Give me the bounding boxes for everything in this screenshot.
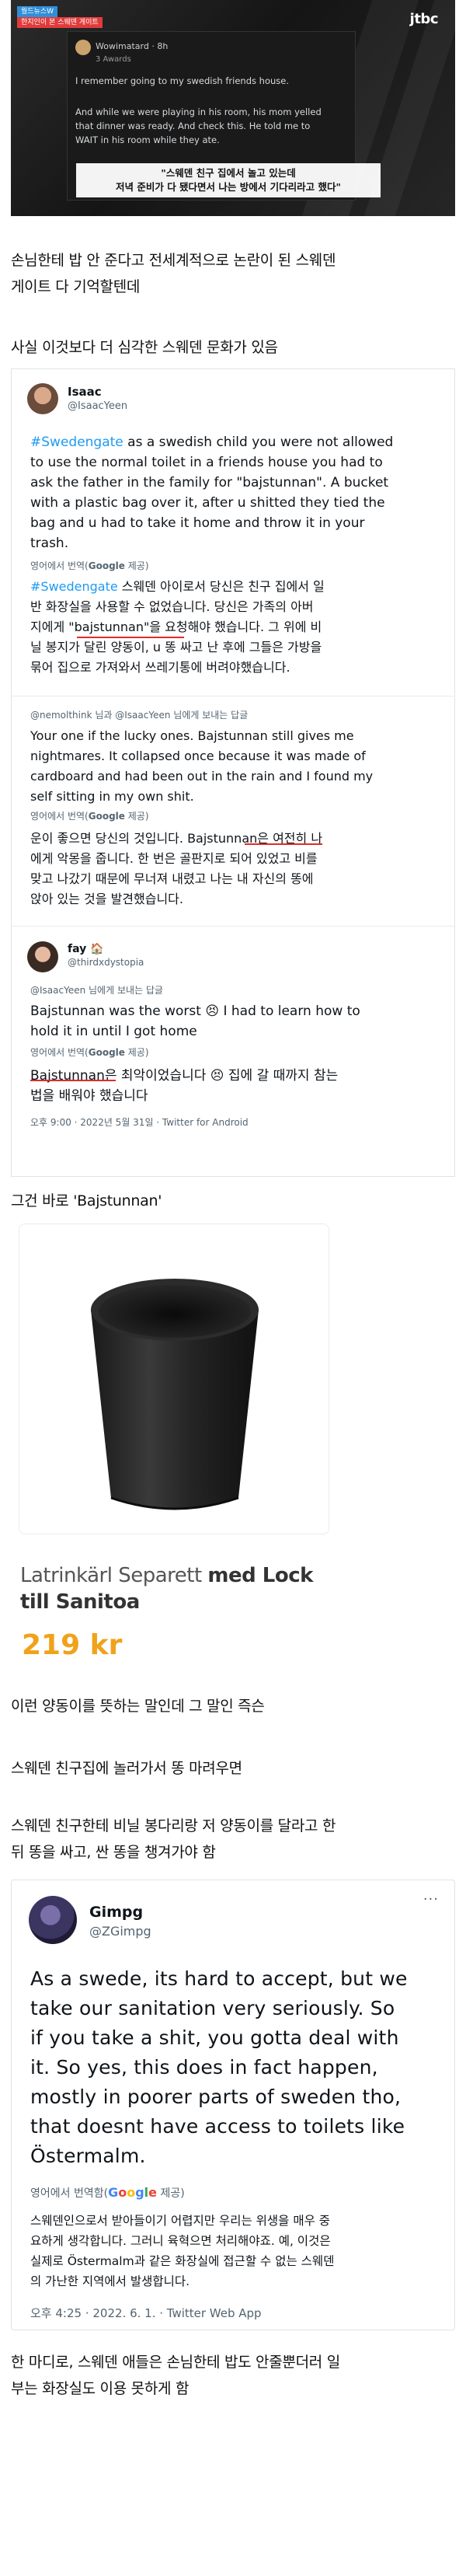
translated-line: 묶어 집으로 가져와서 쓰레기통에 버려야했습니다.	[30, 660, 290, 675]
translated-line: 앉아 있는 것을 발견했습니다.	[30, 892, 183, 906]
translation-label[interactable]: 영어에서 번역(Google 제공)	[30, 809, 149, 822]
tweet-text-line: #Swedengate as a swedish child you were …	[30, 435, 394, 450]
red-underline	[245, 843, 322, 845]
explain-line: 뒤 똥을 싸고, 싼 똥을 챙겨가야 함	[11, 1844, 216, 1861]
post-line: that dinner was ready. And check this. H…	[75, 120, 311, 131]
post-username: Wowimatard · 8h	[96, 41, 169, 51]
translated-line: 닐 봉지가 달린 양동이, u 똥 싸고 난 후에 그들은 가방을	[30, 640, 322, 654]
tweet-meta[interactable]: 오후 4:25 · 2022. 6. 1. · Twitter Web App	[30, 2305, 262, 2321]
program-badge: 월드뉴스W	[17, 6, 58, 17]
avatar	[27, 383, 58, 414]
tweet-thread-screenshot: Isaac @IsaacYeen #Swedengate as a swedis…	[11, 368, 455, 1177]
product-price: 219 kr	[22, 1629, 123, 1661]
tweet-text-line: Östermalm.	[30, 2145, 146, 2167]
tweet-text-line: nightmares. It collapsed once because it…	[30, 749, 366, 763]
tweet-text-line: As a swede, its hard to accept, but we	[30, 1967, 408, 1990]
tweet-text-line: bag and u had to take it home and throw …	[30, 515, 365, 531]
tweet-text-line: that doesnt have access to toilets like	[30, 2115, 405, 2138]
outro-line: 부는 화장실도 이용 못하게 함	[11, 2380, 190, 2397]
translated-line: 의 가난한 지역에서 발생합니다.	[30, 2274, 190, 2288]
translation-label[interactable]: 영어에서 번역함(Google 제공)	[30, 2185, 185, 2201]
author-name: Isaac	[68, 385, 102, 399]
tweet-text-line: to use the normal toilet in a friends ho…	[30, 455, 383, 470]
post-line: WAIT in his room while they ate.	[75, 134, 220, 145]
post-awards: 3 Awards	[96, 55, 131, 64]
intro-line: 게이트 다 기억할텐데	[11, 278, 141, 295]
author-handle[interactable]: @ZGimpg	[89, 1924, 151, 1939]
intro-line: 사실 이것보다 더 심각한 스웨덴 문화가 있음	[11, 339, 278, 356]
explain-line: 스웨덴 친구집에 놀러가서 똥 마려우면	[11, 1760, 242, 1777]
translated-line: 반 화장실을 사용할 수 없었습니다. 당신은 가족의 아버	[30, 599, 314, 614]
intro-line: 손님한테 밥 안 준다고 전세계적으로 논란이 된 스웨덴	[11, 252, 336, 269]
tweet-text-line: self sitting in my own shit.	[30, 789, 194, 804]
tweet-text-line: with a plastic bag over it, after u shit…	[30, 495, 385, 511]
translation-label[interactable]: 영어에서 번역(Google 제공)	[30, 559, 149, 572]
product-title: till Sanitoa	[20, 1590, 140, 1614]
red-underline	[77, 637, 184, 638]
translated-line: 요하게 생각합니다. 그러니 육혁으면 처리해야죠. 예, 이것은	[30, 2234, 331, 2248]
translated-line: 지에게 "bajstunnan"을 요청해야 했습니다. 그 위에 비	[30, 620, 322, 634]
translated-line: 법을 배워야 했습니다	[30, 1088, 148, 1104]
tweet-text-line: mostly in poorer parts of sweden tho,	[30, 2086, 402, 2108]
tweet-card: Gimpg @ZGimpg ··· As a swede, its hard t…	[11, 1880, 455, 2330]
avatar	[27, 941, 58, 972]
product-image: Latrinkärl Separett med Lock till Sanito…	[11, 1223, 331, 1676]
product-title: Latrinkärl Separett med Lock	[20, 1564, 313, 1587]
tweet-text-line: Your one if the lucky ones. Bajstunnan s…	[30, 728, 354, 743]
red-underline	[30, 1080, 116, 1081]
segment-badge: 한지인이 본 스웨덴 게이트	[17, 17, 103, 28]
divider	[12, 926, 454, 927]
translated-line: #Swedengate 스웨덴 아이로서 당신은 친구 집에서 일	[30, 579, 325, 594]
tweet-text-line: it. So yes, this does in fact happen,	[30, 2056, 378, 2079]
translated-line: 실제로 Östermalm과 같은 화장실에 접근할 수 없는 스웨덴	[30, 2254, 335, 2268]
translated-line: 맞고 나갔기 때문에 무너져 내렸고 나는 내 자신의 똥에	[30, 871, 314, 886]
mid-line: 그건 바로 'Bajstunnan'	[11, 1192, 162, 1209]
subtitle-line: "스웨덴 친구 집에서 놀고 있는데	[161, 167, 296, 179]
tweet-text-line: Bajstunnan was the worst 😣 I had to lear…	[30, 1004, 360, 1019]
bucket-icon	[91, 1279, 259, 1510]
post-line: And while we were playing in his room, h…	[75, 106, 322, 117]
tweet-text-line: trash.	[30, 536, 69, 551]
google-logo-text: Google	[108, 2185, 158, 2200]
avatar	[29, 1896, 77, 1944]
outro-line: 한 마디로, 스웨덴 애들은 손님한테 밥도 안줄뿐더러 일	[11, 2354, 340, 2371]
author-handle: @IsaacYeen	[68, 400, 128, 412]
tweet-text-line: if you take a shit, you gotta deal with	[30, 2026, 399, 2049]
avatar	[75, 40, 91, 55]
author-handle: @thirdxdystopia	[68, 957, 144, 968]
channel-logo: jtbc	[409, 11, 439, 27]
translation-label[interactable]: 영어에서 번역(Google 제공)	[30, 1045, 149, 1059]
news-subtitle: "스웨덴 친구 집에서 놀고 있는데 저녁 준비가 다 됐다면서 나는 방에서 …	[76, 163, 381, 197]
reply-header: @IsaacYeen 님에게 보내는 답글	[30, 985, 163, 996]
tweet-text-line: hold it in until I got home	[30, 1024, 197, 1039]
reply-header: @nemolthink 님과 @IsaacYeen 님에게 보내는 답글	[30, 710, 249, 721]
hashtag-link[interactable]: #Swedengate	[30, 435, 123, 450]
explain-line: 이런 양동이를 뜻하는 말인데 그 말인 즉슨	[11, 1698, 265, 1715]
translated-line: 에게 악몽을 줍니다. 한 번은 골판지로 되어 있었고 비를	[30, 851, 318, 866]
post-line: I remember going to my swedish friends h…	[75, 75, 289, 86]
explain-line: 스웨덴 친구한테 비닐 봉다리랑 저 양동이를 달라고 한	[11, 1817, 336, 1834]
tweet-text-line: cardboard and had been out in the rain a…	[30, 769, 374, 784]
google-logo-text: Google	[88, 560, 125, 571]
news-video-capture: 월드뉴스W 한지인이 본 스웨덴 게이트 jtbc Wowimatard · 8…	[11, 0, 455, 216]
tweet-text-line: take our sanitation very seriously. So	[30, 1997, 395, 2019]
tweet-meta: 오후 9:00 · 2022년 5월 31일 · Twitter for And…	[30, 1117, 249, 1128]
author-name: fay 🏠	[68, 943, 104, 955]
author-name[interactable]: Gimpg	[89, 1904, 143, 1921]
product-photo-frame	[19, 1223, 329, 1534]
more-options-icon[interactable]: ···	[423, 1891, 439, 1908]
subtitle-line: 저녁 준비가 다 됐다면서 나는 방에서 기다리라고 했다"	[116, 181, 341, 193]
tweet-text-line: ask the father in the family for "bajstu…	[30, 475, 389, 490]
translated-line: 스웨덴인으로서 받아들이기 어렵지만 우리는 위생을 매우 중	[30, 2214, 331, 2228]
